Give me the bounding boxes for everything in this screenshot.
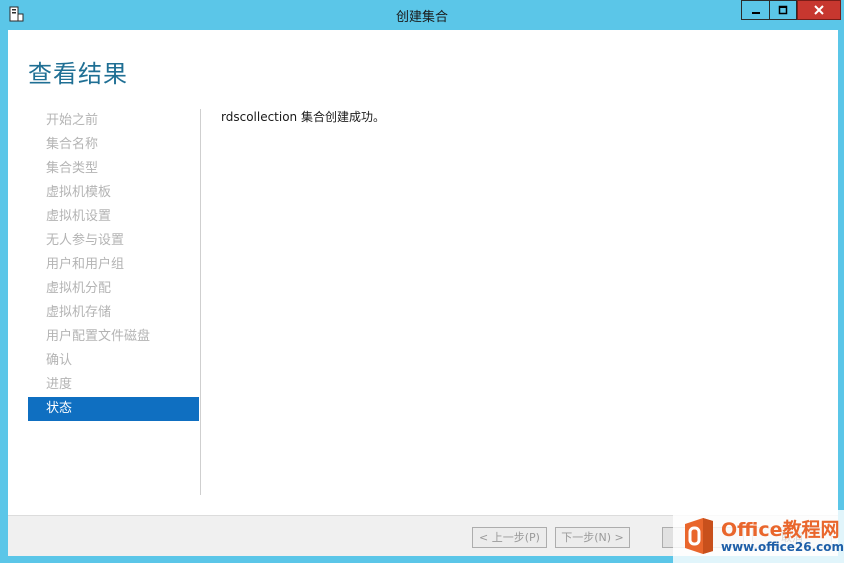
step-vm-storage[interactable]: 虚拟机存储 (28, 301, 199, 325)
step-confirmation[interactable]: 确认 (28, 349, 199, 373)
wizard-panel: 查看结果 开始之前 集合名称 集合类型 虚拟机模板 虚拟机设置 无人参与设置 用… (8, 30, 838, 556)
title-bar: 创建集合 (0, 0, 844, 30)
step-vm-template[interactable]: 虚拟机模板 (28, 181, 199, 205)
step-progress[interactable]: 进度 (28, 373, 199, 397)
close-button[interactable] (797, 0, 841, 20)
step-collection-name[interactable]: 集合名称 (28, 133, 199, 157)
step-vm-settings[interactable]: 虚拟机设置 (28, 205, 199, 229)
step-users-and-groups[interactable]: 用户和用户组 (28, 253, 199, 277)
previous-button[interactable]: < 上一步(P) (472, 527, 547, 548)
office-logo-icon (685, 518, 713, 554)
divider (200, 109, 201, 495)
step-user-profile-disks[interactable]: 用户配置文件磁盘 (28, 325, 199, 349)
watermark-url: www.office26.com (721, 540, 844, 554)
result-message: rdscollection 集合创建成功。 (221, 110, 385, 124)
step-before-you-begin[interactable]: 开始之前 (28, 109, 199, 133)
close-icon (814, 5, 824, 15)
watermark-title: Office教程网 (721, 519, 840, 541)
step-collection-type[interactable]: 集合类型 (28, 157, 199, 181)
maximize-button[interactable] (769, 0, 797, 20)
wizard-steps: 开始之前 集合名称 集合类型 虚拟机模板 虚拟机设置 无人参与设置 用户和用户组… (28, 109, 199, 421)
page-title: 查看结果 (28, 60, 128, 88)
next-button[interactable]: 下一步(N) > (555, 527, 630, 548)
step-vm-allocation[interactable]: 虚拟机分配 (28, 277, 199, 301)
window-title: 创建集合 (395, 10, 448, 25)
watermark: Office教程网 www.office26.com (673, 510, 844, 563)
minimize-button[interactable] (741, 0, 769, 20)
maximize-icon (778, 5, 788, 15)
step-unattended-settings[interactable]: 无人参与设置 (28, 229, 199, 253)
minimize-icon (751, 12, 760, 14)
step-results[interactable]: 状态 (28, 397, 199, 421)
